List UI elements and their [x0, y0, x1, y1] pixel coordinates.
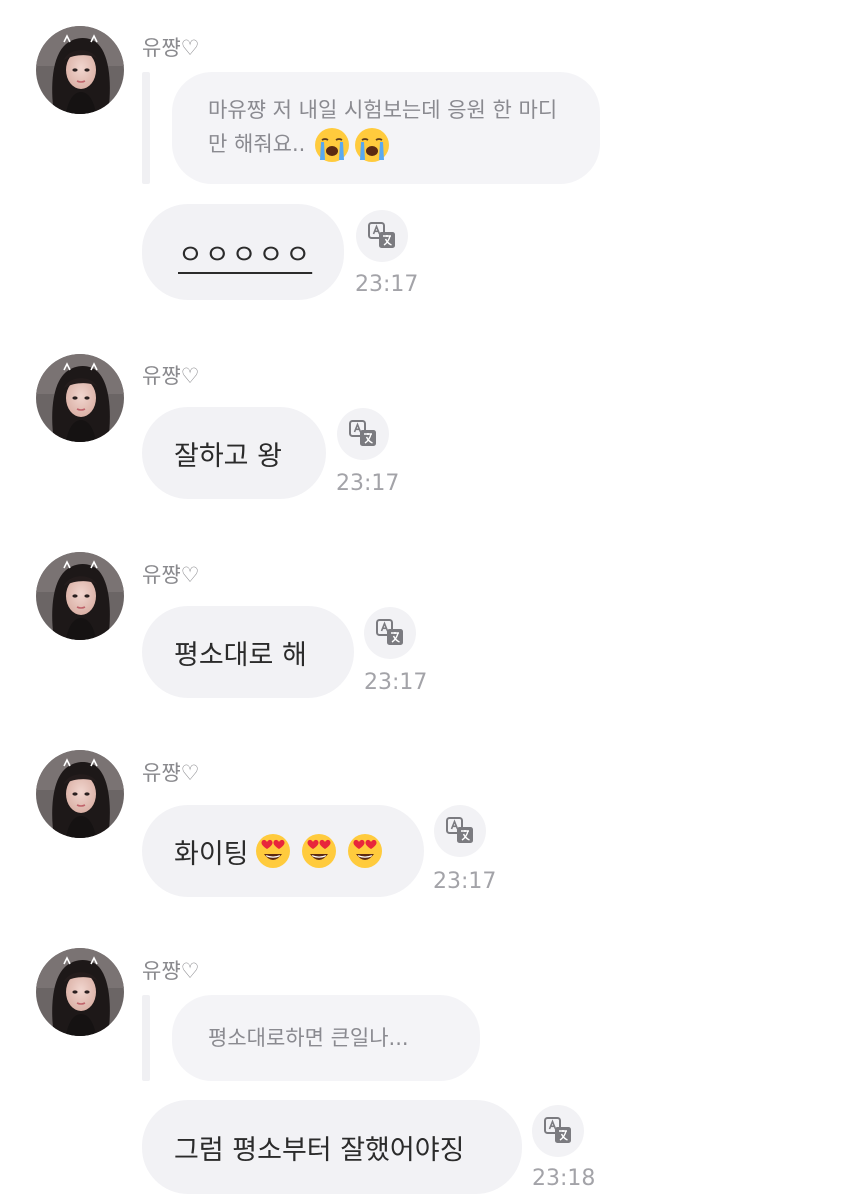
quoted-text-wrap: 마유쨩 저 내일 시험보는데 응원 한 마디만 해줘요..: [208, 94, 564, 163]
avatar[interactable]: [36, 354, 124, 442]
avatar[interactable]: [36, 750, 124, 838]
message-bubble[interactable]: 그럼 평소부터 잘했어야징: [142, 1100, 522, 1194]
heart-eyes-face-icon: [347, 833, 383, 869]
loudly-crying-face-icon: [314, 127, 350, 163]
message-time: 23:17: [355, 272, 419, 297]
sender-name: 유쨩♡: [142, 563, 200, 587]
message-text: 화이팅: [174, 838, 249, 870]
translate-icon: [445, 816, 475, 846]
translate-button[interactable]: [434, 805, 486, 857]
loudly-crying-face-icon: [354, 127, 390, 163]
avatar-image: [36, 948, 124, 1036]
translate-icon: [375, 618, 405, 648]
translate-button[interactable]: [532, 1105, 584, 1157]
avatar-image: [36, 26, 124, 114]
avatar-image: [36, 552, 124, 640]
quote-bar: [142, 72, 150, 184]
sender-name: 유쨩♡: [142, 364, 200, 388]
message-time: 23:17: [336, 471, 400, 496]
quoted-message[interactable]: 평소대로하면 큰일나...: [172, 995, 480, 1081]
translate-icon: [543, 1116, 573, 1146]
translate-icon: [367, 221, 397, 251]
message-bubble[interactable]: 평소대로 해: [142, 606, 354, 698]
message-bubble[interactable]: ㅇㅇㅇㅇㅇ: [142, 204, 344, 300]
avatar[interactable]: [36, 552, 124, 640]
message-time: 23:17: [433, 869, 497, 894]
quoted-text: 평소대로하면 큰일나...: [208, 1025, 409, 1050]
sender-name: 유쨩♡: [142, 761, 200, 785]
sender-name: 유쨩♡: [142, 36, 200, 60]
message-text: 평소대로 해: [174, 639, 307, 671]
message-text: 그럼 평소부터 잘했어야징: [174, 1134, 465, 1166]
message-bubble[interactable]: 잘하고 왕: [142, 407, 326, 499]
heart-eyes-face-icon: [301, 833, 337, 869]
message-time: 23:17: [364, 670, 428, 695]
message-bubble[interactable]: 화이팅: [142, 805, 424, 897]
translate-icon: [348, 419, 378, 449]
avatar[interactable]: [36, 948, 124, 1036]
message-text: 잘하고 왕: [174, 440, 282, 472]
quoted-message[interactable]: 마유쨩 저 내일 시험보는데 응원 한 마디만 해줘요..: [172, 72, 600, 184]
translate-button[interactable]: [364, 607, 416, 659]
avatar[interactable]: [36, 26, 124, 114]
sender-name: 유쨩♡: [142, 959, 200, 983]
avatar-image: [36, 354, 124, 442]
translate-button[interactable]: [337, 408, 389, 460]
message-time: 23:18: [532, 1166, 596, 1191]
avatar-image: [36, 750, 124, 838]
message-text: ㅇㅇㅇㅇㅇ: [178, 239, 313, 271]
quote-bar: [142, 995, 150, 1081]
heart-eyes-face-icon: [255, 833, 291, 869]
translate-button[interactable]: [356, 210, 408, 262]
